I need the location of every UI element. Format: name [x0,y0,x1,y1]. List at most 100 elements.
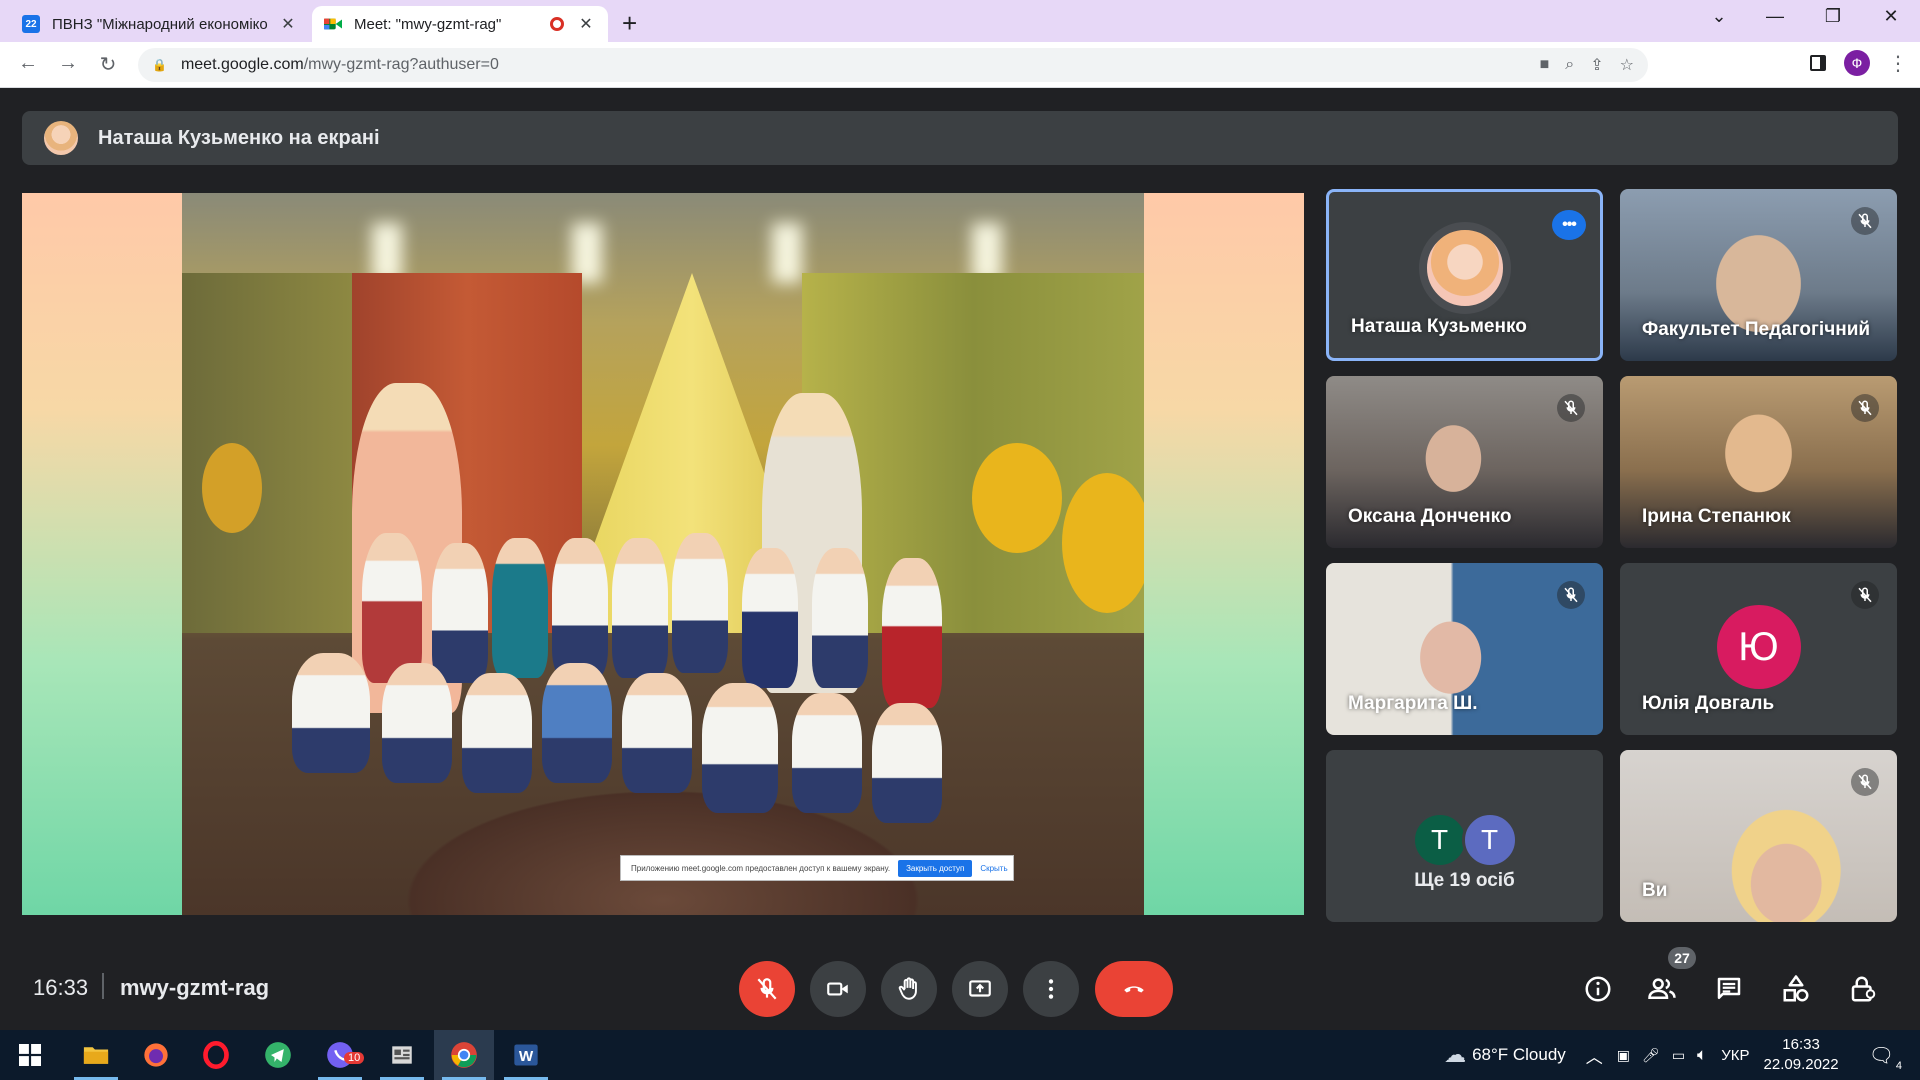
participant-tile[interactable]: Ю Юлія Довгаль [1620,563,1897,735]
presenting-text: Наташа Кузьменко на екрані [98,126,380,149]
mic-off-icon [1557,581,1585,609]
volume-icon[interactable]: 🔈︎ [1697,1045,1707,1065]
browser-tab-active[interactable]: Meet: "mwy-gzmt-rag" ✕ [312,6,608,42]
tab-search-chevron-icon[interactable]: ⌄ [1696,6,1742,27]
child-figure [542,663,612,783]
mic-off-icon [1557,394,1585,422]
host-controls-button[interactable] [1843,969,1883,1009]
stop-sharing-button[interactable]: Закрыть доступ [898,859,973,877]
chrome-icon[interactable] [434,1030,494,1080]
battery-icon[interactable]: ▭ [1672,1047,1685,1064]
child-figure [292,653,370,773]
child-figure [882,558,942,708]
child-figure [742,548,798,688]
browser-tab-strip: 22 ПВНЗ "Міжнародний економіко ✕ Meet: "… [0,0,1920,42]
hide-notice-link[interactable]: Скрыть [980,864,1007,873]
new-tab-button[interactable]: + [622,8,637,39]
camera-toggle-button[interactable] [810,961,866,1017]
participant-name: Оксана Донченко [1348,506,1512,527]
browser-tab[interactable]: 22 ПВНЗ "Міжнародний економіко ✕ [10,6,310,42]
taskbar-clock[interactable]: 16:33 22.09.2022 [1764,1035,1839,1075]
participant-tile-self[interactable]: Ви [1620,750,1897,922]
child-figure [552,538,608,678]
file-explorer-icon[interactable] [66,1030,126,1080]
close-window-button[interactable]: ✕ [1868,6,1914,27]
weather-text[interactable]: 68°F Cloudy [1472,1045,1566,1065]
child-figure [622,673,692,793]
screen-share-notice: Приложению meet.google.com предоставлен … [620,855,1014,881]
info-icon [1585,976,1611,1002]
camera-in-use-icon[interactable]: ■ [1540,56,1550,74]
telegram-icon[interactable] [248,1030,308,1080]
child-figure [362,533,422,683]
word-icon[interactable]: W [496,1030,556,1080]
children-group [292,383,1032,853]
decor-tree [202,443,262,533]
restore-button[interactable]: ❐ [1810,6,1856,27]
browser-toolbar: ← → ↻ 🔒 meet.google.com/mwy-gzmt-rag?aut… [0,42,1920,88]
participant-tile[interactable]: ••• Наташа Кузьменко [1326,189,1603,361]
participant-tile[interactable]: Оксана Донченко [1326,376,1603,548]
participant-tile[interactable]: Ірина Степанюк [1620,376,1897,548]
participant-name: Факультет Педагогічний [1642,319,1871,340]
participant-tile[interactable]: Факультет Педагогічний [1620,189,1897,361]
screen-share-stage: Приложению meet.google.com предоставлен … [22,193,1304,915]
child-figure [702,683,778,813]
raise-hand-button[interactable] [881,961,937,1017]
svg-text:W: W [519,1048,534,1065]
cloud-icon: ☁ [1444,1042,1467,1067]
firefox-icon[interactable] [126,1030,186,1080]
meet-app: Наташа Кузьменко на екрані Приложению me… [0,89,1920,1030]
presenting-banner: Наташа Кузьменко на екрані [22,111,1898,165]
microphone-tray-icon[interactable]: 🎤︎ [1642,1047,1660,1064]
minimize-button[interactable]: — [1752,6,1798,27]
profile-avatar[interactable]: Ф [1844,50,1870,76]
windows-start-button[interactable] [0,1030,60,1080]
zoom-icon[interactable]: ⌕ [1565,56,1574,74]
participant-avatar [1418,222,1511,314]
back-button[interactable]: ← [14,52,42,75]
lock-icon[interactable]: 🔒 [152,58,167,72]
activities-icon [1783,975,1809,1002]
more-options-button[interactable] [1023,961,1079,1017]
app-window-icon[interactable] [372,1030,432,1080]
activities-button[interactable] [1776,969,1816,1009]
child-figure [672,533,728,673]
notifications-icon[interactable]: 🗨︎ 4 [1869,1043,1902,1072]
decor-tree [1062,473,1144,613]
participant-name: Юлія Довгаль [1642,693,1775,714]
mic-toggle-button[interactable] [739,961,795,1017]
more-participants-tile[interactable]: Т Т Ще 19 осіб [1326,750,1603,922]
browser-menu-icon[interactable]: ⋮ [1888,51,1908,76]
chat-button[interactable] [1709,969,1749,1009]
people-button[interactable] [1642,969,1682,1009]
google-meet-icon [324,15,342,33]
calendar-icon: 22 [22,15,40,33]
show-hidden-icons-chevron-icon[interactable]: ︿ [1586,1043,1603,1068]
address-bar[interactable]: 🔒 meet.google.com/mwy-gzmt-rag?authuser=… [138,48,1648,82]
reload-button[interactable]: ↻ [94,52,122,77]
meeting-details-button[interactable] [1578,969,1618,1009]
share-notice-text: Приложению meet.google.com предоставлен … [631,863,891,873]
close-tab-icon[interactable]: ✕ [278,14,298,34]
tab-title: ПВНЗ "Міжнародний економіко [52,15,268,33]
bookmark-star-icon[interactable]: ☆ [1620,55,1634,75]
present-screen-button[interactable] [952,961,1008,1017]
chat-icon [1717,977,1741,999]
viber-icon[interactable]: 10 [310,1030,370,1080]
opera-icon[interactable] [186,1030,246,1080]
participant-tile[interactable]: Маргарита Ш. [1326,563,1603,735]
more-options-icon[interactable]: ••• [1552,210,1586,240]
forward-button[interactable]: → [54,52,82,75]
mic-off-icon [1851,581,1879,609]
share-icon[interactable]: ⇪ [1590,55,1603,75]
participant-name: Ірина Степанюк [1642,506,1791,527]
camera-icon [827,982,848,996]
close-tab-icon[interactable]: ✕ [576,14,596,34]
keyboard-language[interactable]: УКР [1721,1047,1749,1064]
meet-tray-icon[interactable]: ▣ [1617,1047,1630,1064]
side-panel-icon[interactable] [1810,55,1826,71]
leave-call-button[interactable] [1095,961,1173,1017]
taskbar-date: 22.09.2022 [1763,1056,1839,1073]
child-figure [792,693,862,813]
